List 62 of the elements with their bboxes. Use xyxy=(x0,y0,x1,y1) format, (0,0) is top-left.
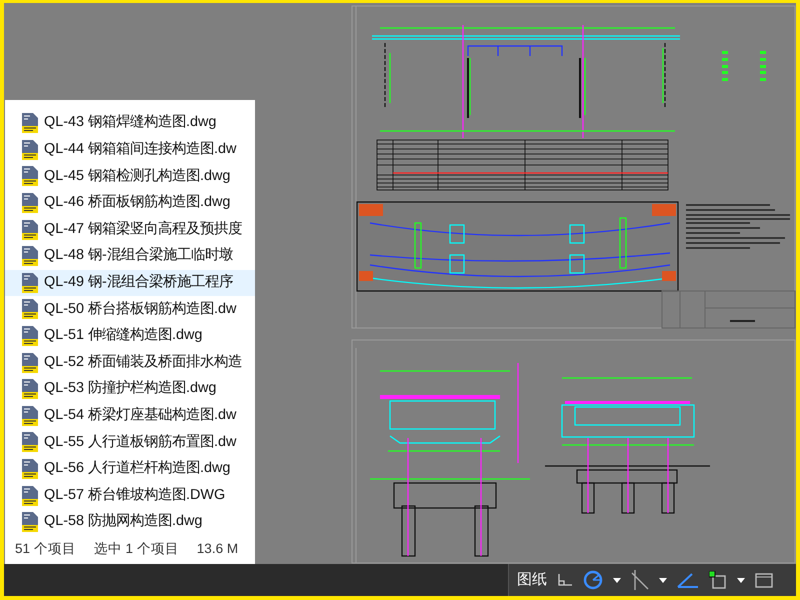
file-name: QL-57 桥台锥坡构造图.DWG xyxy=(44,486,226,505)
caret-icon[interactable] xyxy=(613,578,621,582)
ortho-icon[interactable] xyxy=(557,573,573,587)
file-row[interactable]: QL-43 钢箱焊缝构造图.dwg xyxy=(5,110,255,137)
dwg-file-icon xyxy=(21,484,39,507)
file-row[interactable]: QL-56 人行道栏杆构造图.dwg xyxy=(5,456,255,482)
selection-count: 选中 1 个项目 xyxy=(94,540,179,558)
item-count: 51 个项目 xyxy=(15,540,76,558)
dwg-file-icon xyxy=(21,298,39,320)
cross-lines-icon[interactable] xyxy=(631,570,649,590)
caret-icon[interactable] xyxy=(659,578,667,582)
file-name: QL-49 钢-混组合梁桥施工程序 xyxy=(44,272,233,292)
dwg-file-icon xyxy=(21,272,39,294)
dwg-file-icon xyxy=(21,404,39,427)
file-row[interactable]: QL-50 桥台搭板钢筋构造图.dw xyxy=(5,296,255,323)
dwg-file-icon xyxy=(21,192,39,214)
file-row[interactable]: QL-57 桥台锥坡构造图.DWG xyxy=(5,482,255,509)
legend-drawing xyxy=(722,51,766,81)
dwg-file-icon xyxy=(21,458,39,480)
file-row[interactable]: QL-51 伸缩缝构造图.dwg xyxy=(5,322,255,350)
file-name: QL-47 钢箱梁竖向高程及预拱度 xyxy=(44,220,242,239)
file-row[interactable]: QL-49 钢-混组合梁桥施工程序 xyxy=(5,270,255,296)
dwg-file-icon xyxy=(21,165,39,188)
caret-icon[interactable] xyxy=(737,578,745,582)
dwg-file-icon xyxy=(21,431,39,454)
file-row[interactable]: QL-54 桥梁灯座基础构造图.dw xyxy=(5,402,255,430)
dwg-file-icon xyxy=(21,112,39,134)
polar-tracking-icon[interactable] xyxy=(583,570,603,590)
file-row[interactable]: QL-58 防抛网构造图.dwg xyxy=(5,508,255,536)
window-icon[interactable] xyxy=(755,572,773,588)
selection-size: 13.6 M xyxy=(196,540,238,558)
file-row[interactable]: QL-47 钢箱梁竖向高程及预拱度 xyxy=(5,216,255,243)
file-name: QL-51 伸缩缝构造图.dwg xyxy=(44,326,202,346)
layout-label[interactable]: 图纸 xyxy=(517,568,547,592)
file-row[interactable]: QL-45 钢箱检测孔构造图.dwg xyxy=(5,163,255,190)
file-name: QL-48 钢-混组合梁施工临时墩 xyxy=(44,246,233,266)
dwg-file-icon xyxy=(21,511,39,534)
dwg-file-icon xyxy=(21,218,39,241)
file-name: QL-46 桥面板钢筋构造图.dwg xyxy=(44,193,230,212)
file-name: QL-56 人行道栏杆构造图.dwg xyxy=(44,459,230,478)
file-name: QL-45 钢箱检测孔构造图.dwg xyxy=(44,166,230,186)
dwg-file-icon xyxy=(21,325,39,348)
square-icon[interactable] xyxy=(709,571,727,589)
dwg-file-icon xyxy=(21,378,39,400)
file-name: QL-52 桥面铺装及桥面排水构造 xyxy=(44,352,242,372)
file-row[interactable]: QL-46 桥面板钢筋构造图.dwg xyxy=(5,190,255,216)
file-row[interactable]: QL-44 钢箱箱间连接构造图.dw xyxy=(5,136,255,164)
file-name: QL-55 人行道板钢筋布置图.dw xyxy=(44,432,236,452)
file-name: QL-58 防抛网构造图.dwg xyxy=(44,512,202,532)
file-name: QL-53 防撞护栏构造图.dwg xyxy=(44,378,216,398)
file-row[interactable]: QL-52 桥面铺装及桥面排水构造 xyxy=(5,349,255,376)
file-name: QL-54 桥梁灯座基础构造图.dw xyxy=(44,406,236,426)
file-row[interactable]: QL-48 钢-混组合梁施工临时墩 xyxy=(5,242,255,270)
dwg-file-icon xyxy=(21,352,39,374)
file-row[interactable]: QL-53 防撞护栏构造图.dwg xyxy=(5,376,255,403)
file-row[interactable]: QL-55 人行道板钢筋布置图.dw xyxy=(5,429,255,456)
file-name: QL-50 桥台搭板钢筋构造图.dw xyxy=(44,300,236,319)
dwg-file-icon xyxy=(21,245,39,268)
angle-icon[interactable] xyxy=(677,572,699,588)
file-name: QL-44 钢箱箱间连接构造图.dw xyxy=(44,140,236,160)
file-name: QL-43 钢箱焊缝构造图.dwg xyxy=(44,113,216,132)
dwg-file-icon xyxy=(21,138,39,161)
